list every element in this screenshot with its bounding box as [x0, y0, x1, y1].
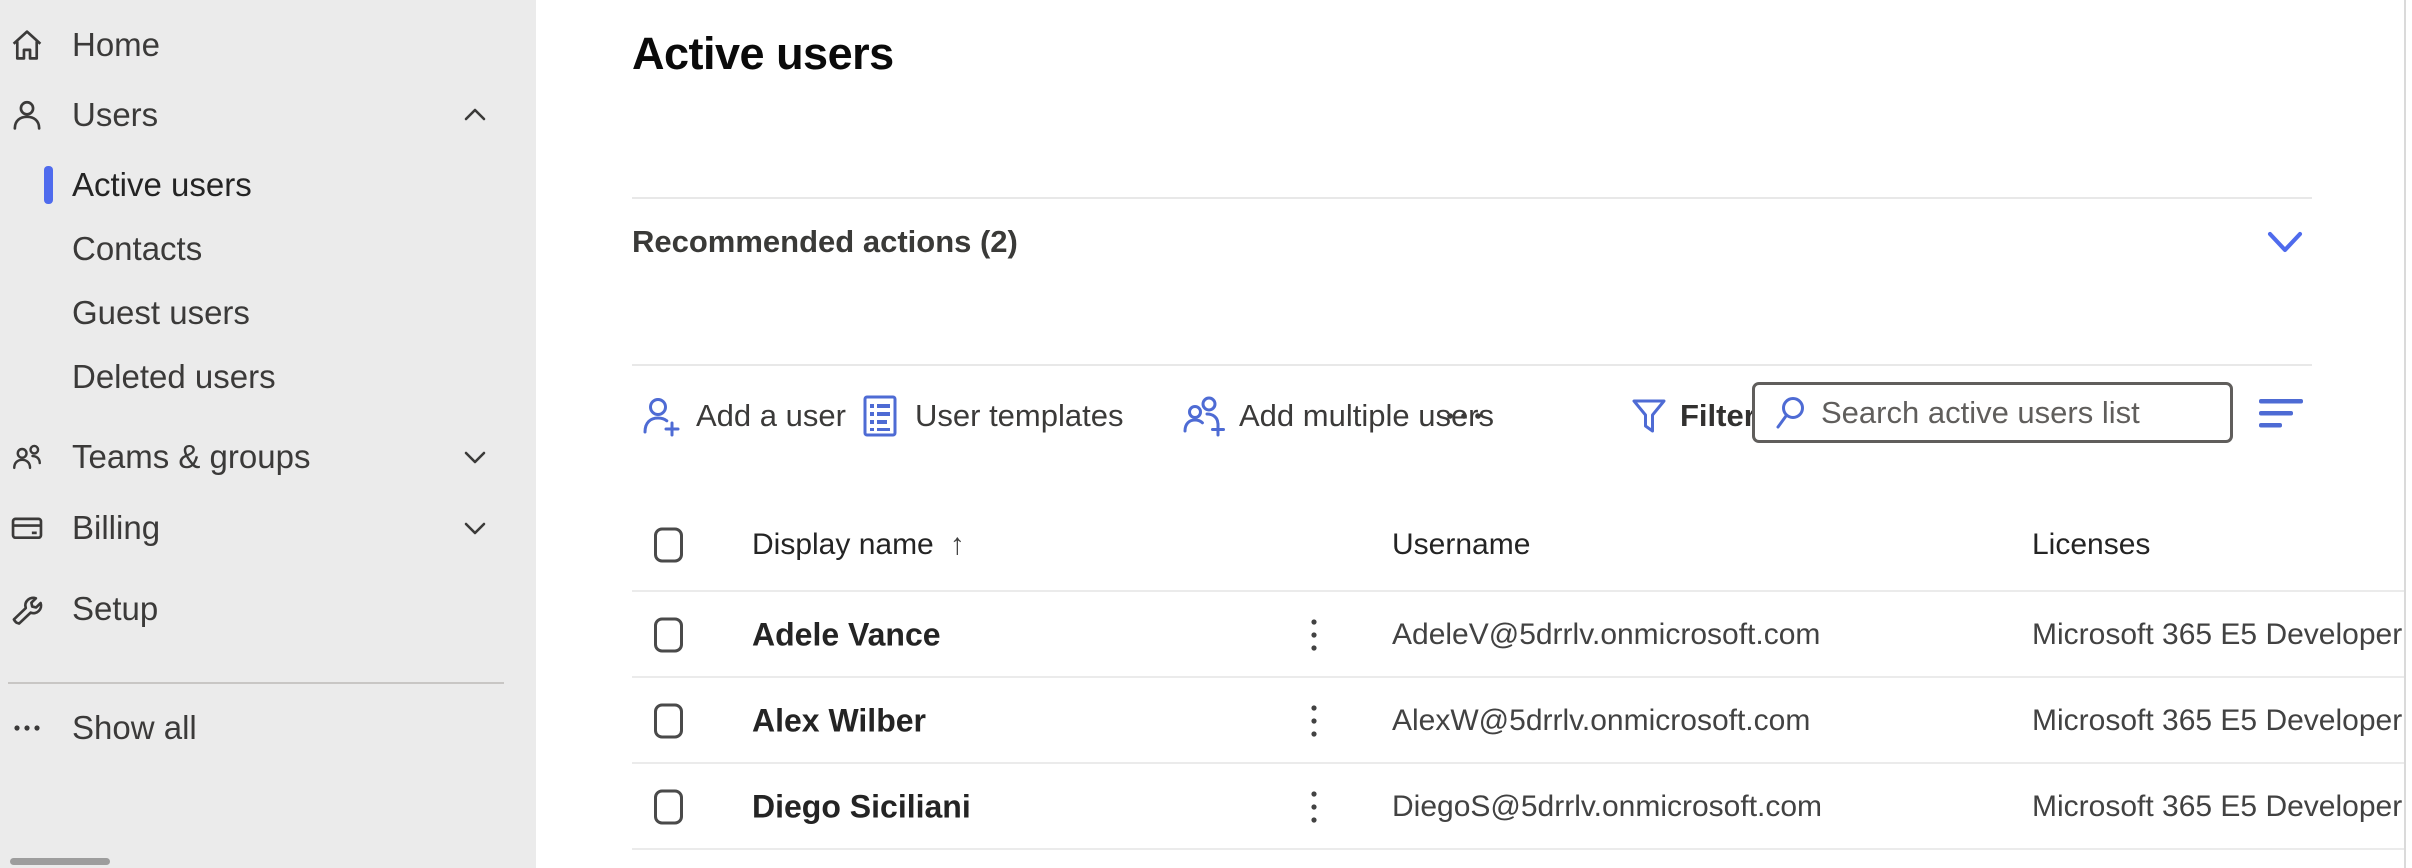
- ellipsis-icon: [10, 711, 44, 745]
- user-templates-button[interactable]: User templates: [857, 388, 1123, 444]
- column-header-licenses[interactable]: Licenses: [2032, 528, 2150, 562]
- sidebar-item-setup[interactable]: Setup: [0, 581, 536, 637]
- add-person-icon: [638, 393, 684, 439]
- search-box: [1752, 382, 2233, 443]
- filter-label: Filter: [1680, 398, 1756, 434]
- sidebar-item-active-users[interactable]: Active users: [0, 157, 536, 213]
- column-header-display-name[interactable]: Display name: [752, 528, 934, 561]
- sort-lines-icon[interactable]: [2257, 394, 2305, 434]
- main-content: Active users Recommended actions (2) Add…: [632, 0, 2404, 868]
- row-divider: [632, 848, 2404, 850]
- sidebar-item-guest-users[interactable]: Guest users: [0, 285, 536, 341]
- table-row: Diego Siciliani DiegoS@5drrlv.onmicrosof…: [632, 764, 2404, 850]
- filter-funnel-icon: [1630, 393, 1668, 439]
- sidebar-nav: Home Users Active users Contacts Guest: [0, 0, 536, 868]
- filter-button[interactable]: Filter: [1630, 388, 1756, 444]
- row-checkbox[interactable]: [654, 704, 683, 739]
- sidebar-divider: [8, 682, 504, 684]
- chevron-down-icon: [458, 511, 492, 545]
- table-row: Adele Vance AdeleV@5drrlv.onmicrosoft.co…: [632, 592, 2404, 678]
- active-users-page: Home Users Active users Contacts Guest: [0, 0, 2412, 868]
- user-display-name[interactable]: Alex Wilber: [752, 703, 926, 740]
- table-header-row: Display name ↑ Username Licenses: [632, 498, 2404, 592]
- selected-indicator: [44, 166, 53, 204]
- select-all-checkbox[interactable]: [654, 528, 683, 563]
- user-username: AlexW@5drrlv.onmicrosoft.com: [1392, 704, 1810, 738]
- page-title: Active users: [632, 28, 894, 80]
- user-username: DiegoS@5drrlv.onmicrosoft.com: [1392, 790, 1822, 824]
- sidebar-item-label: Teams & groups: [72, 438, 310, 476]
- column-header-username[interactable]: Username: [1392, 528, 1530, 562]
- chevron-down-icon: [458, 440, 492, 474]
- sidebar-item-label: Contacts: [72, 230, 202, 268]
- section-divider: [632, 197, 2312, 199]
- sidebar-item-teams-groups[interactable]: Teams & groups: [0, 429, 536, 485]
- template-list-icon: [857, 393, 903, 439]
- search-input[interactable]: [1811, 385, 2230, 440]
- sidebar-item-label: Show all: [72, 709, 197, 747]
- user-display-name[interactable]: Adele Vance: [752, 617, 941, 654]
- more-vertical-icon[interactable]: [1304, 695, 1324, 747]
- add-a-user-label: Add a user: [696, 398, 846, 434]
- sidebar-item-label: Guest users: [72, 294, 250, 332]
- sidebar-item-label: Setup: [72, 590, 158, 628]
- more-horizontal-icon: [1444, 393, 1484, 439]
- credit-card-icon: [10, 511, 44, 545]
- user-username: AdeleV@5drrlv.onmicrosoft.com: [1392, 618, 1820, 652]
- toolbar-overflow-button[interactable]: [1444, 388, 1484, 444]
- people-icon: [10, 440, 44, 474]
- more-vertical-icon[interactable]: [1304, 781, 1324, 833]
- user-licenses: Microsoft 365 E5 Developer (withou: [2032, 704, 2412, 738]
- sidebar-item-label: Billing: [72, 509, 160, 547]
- sort-ascending-icon: ↑: [950, 528, 965, 561]
- sidebar-item-label: Deleted users: [72, 358, 276, 396]
- table-row: Alex Wilber AlexW@5drrlv.onmicrosoft.com…: [632, 678, 2404, 764]
- sidebar-horizontal-scrollbar[interactable]: [10, 858, 110, 865]
- sidebar-item-home[interactable]: Home: [0, 17, 536, 73]
- wrench-icon: [10, 592, 44, 626]
- section-divider: [632, 364, 2312, 366]
- sidebar-item-show-all[interactable]: Show all: [0, 700, 536, 756]
- sidebar-item-contacts[interactable]: Contacts: [0, 221, 536, 277]
- person-icon: [10, 98, 44, 132]
- more-vertical-icon[interactable]: [1304, 609, 1324, 661]
- scrollbar-track-edge: [2404, 0, 2406, 868]
- sidebar-item-label: Users: [72, 96, 158, 134]
- home-icon: [10, 28, 44, 62]
- chevron-up-icon: [458, 98, 492, 132]
- user-display-name[interactable]: Diego Siciliani: [752, 789, 971, 826]
- sidebar-item-label: Home: [72, 26, 160, 64]
- row-checkbox[interactable]: [654, 790, 683, 825]
- sidebar-item-users[interactable]: Users: [0, 87, 536, 143]
- sidebar-item-billing[interactable]: Billing: [0, 500, 536, 556]
- user-licenses: Microsoft 365 E5 Developer (withou: [2032, 790, 2412, 824]
- add-people-icon: [1181, 393, 1227, 439]
- sidebar-item-deleted-users[interactable]: Deleted users: [0, 349, 536, 405]
- search-icon: [1771, 393, 1811, 433]
- recommended-actions-expand-chevron-icon[interactable]: [2262, 222, 2308, 262]
- user-licenses: Microsoft 365 E5 Developer (withou: [2032, 618, 2412, 652]
- user-templates-label: User templates: [915, 398, 1123, 434]
- add-a-user-button[interactable]: Add a user: [638, 388, 846, 444]
- sidebar-item-label: Active users: [72, 166, 252, 204]
- recommended-actions-heading: Recommended actions (2): [632, 224, 1018, 260]
- row-checkbox[interactable]: [654, 618, 683, 653]
